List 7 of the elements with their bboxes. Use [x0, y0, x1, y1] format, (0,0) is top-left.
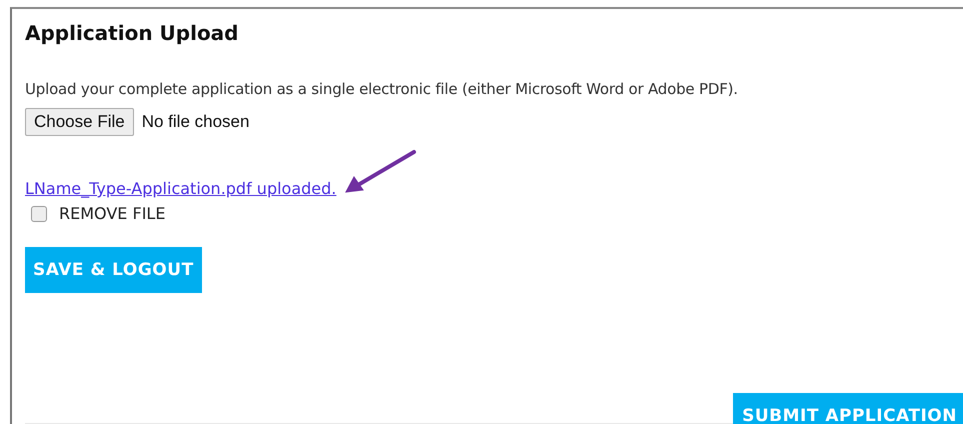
remove-file-checkbox[interactable] — [31, 206, 47, 222]
section-title: Application Upload — [25, 21, 238, 45]
uploaded-file-link[interactable]: LName_Type-Application.pdf uploaded. — [25, 179, 336, 198]
file-status-text: No file chosen — [142, 112, 250, 132]
instructions-text: Upload your complete application as a single electronic file (either Microsoft Word or Adobe PDF). — [25, 80, 738, 98]
remove-file-label: REMOVE FILE — [59, 204, 166, 223]
choose-file-button[interactable]: Choose File — [25, 108, 134, 136]
